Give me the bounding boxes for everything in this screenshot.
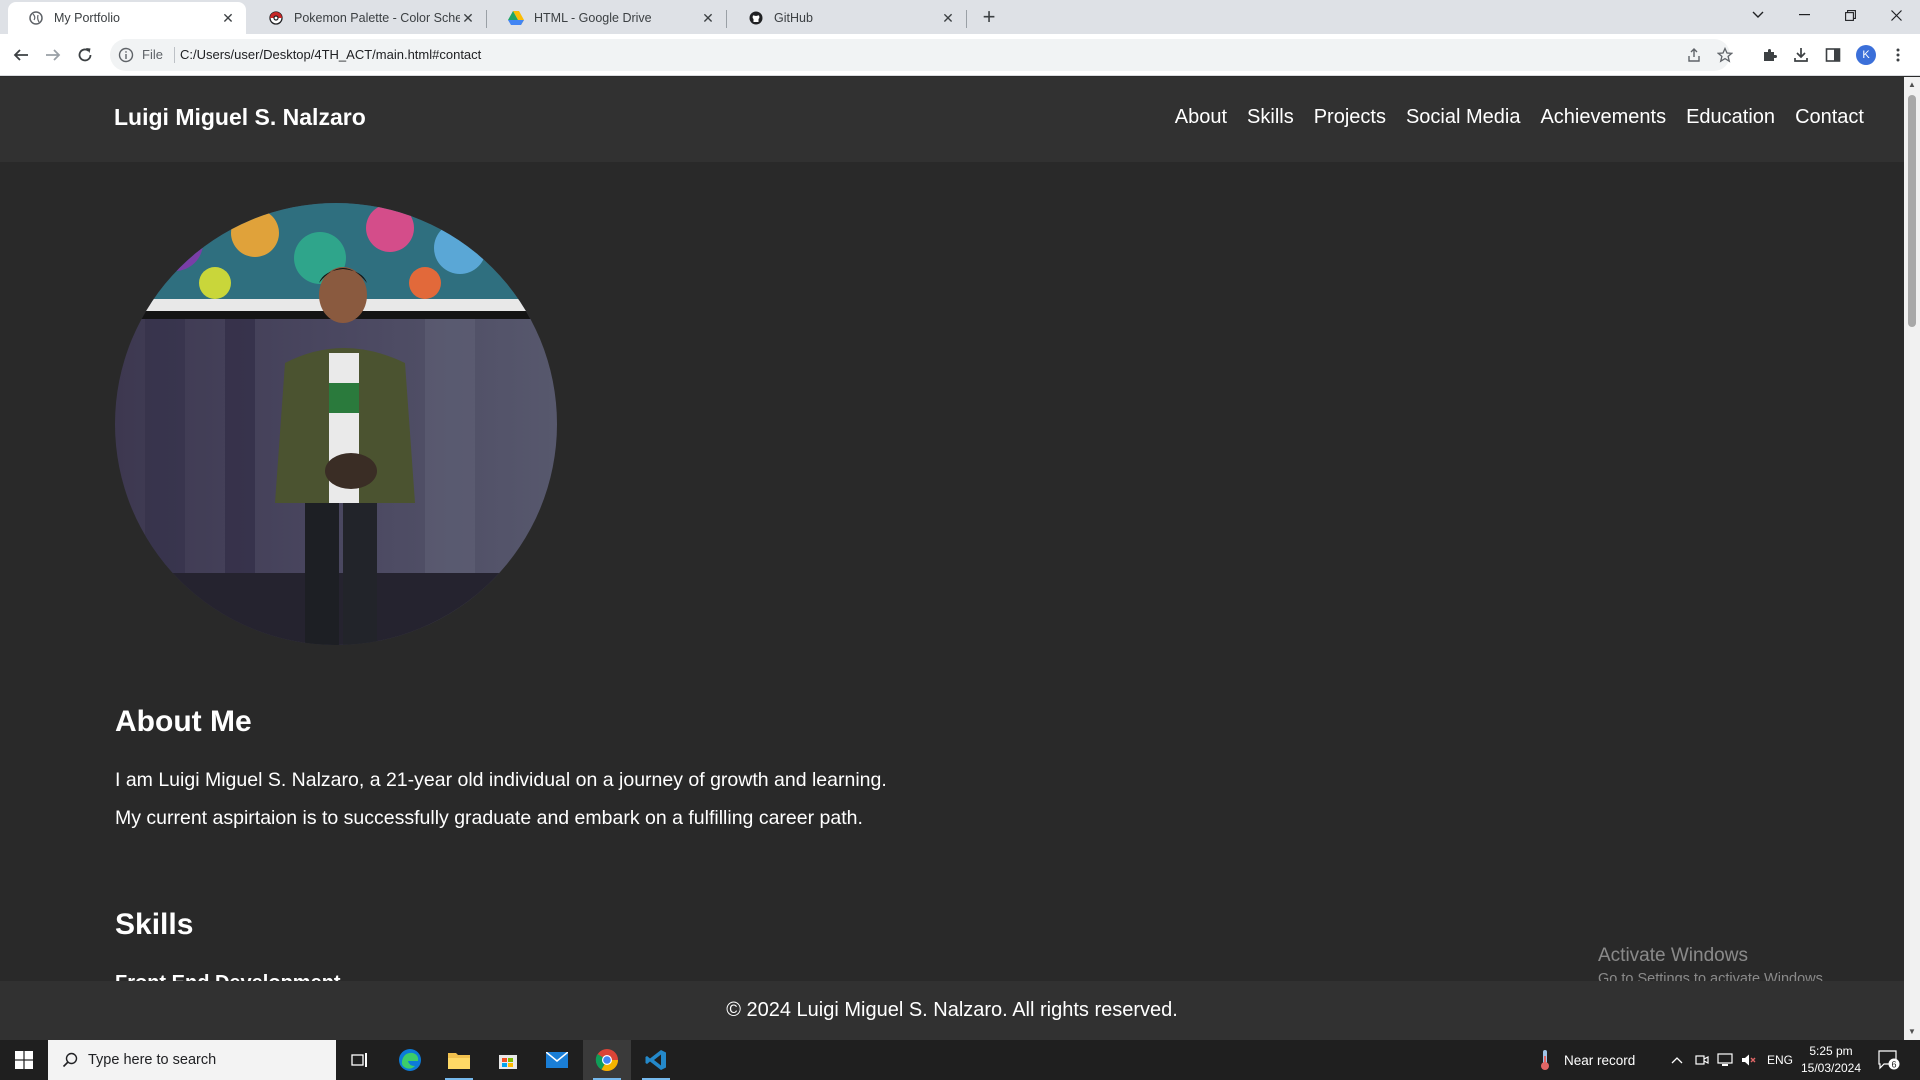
volume-muted-icon[interactable]: [1741, 1040, 1757, 1080]
new-tab-button[interactable]: +: [976, 4, 1002, 30]
tab-separator: [966, 10, 967, 28]
windows-start-icon[interactable]: [0, 1040, 48, 1080]
close-icon[interactable]: ✕: [700, 10, 716, 26]
profile-avatar[interactable]: K: [1856, 45, 1876, 65]
chevron-up-icon[interactable]: [1671, 1040, 1683, 1080]
site-name[interactable]: Luigi Miguel S. Nalzaro: [114, 104, 366, 131]
url-text[interactable]: C:/Users/user/Desktop/4TH_ACT/main.html#…: [180, 47, 481, 62]
site-header: Luigi Miguel S. Nalzaro About Skills Pro…: [0, 77, 1904, 162]
close-icon[interactable]: ✕: [460, 10, 476, 26]
search-icon: [62, 1052, 78, 1068]
weather-widget[interactable]: Near record: [1540, 1040, 1635, 1080]
page-scrollbar[interactable]: ▲ ▼: [1904, 77, 1920, 1040]
close-window-button[interactable]: [1874, 0, 1918, 30]
scheme-label: File: [142, 47, 163, 62]
mail-icon[interactable]: [533, 1040, 581, 1080]
tab-title: HTML - Google Drive: [534, 11, 652, 25]
pokeball-icon: [268, 10, 284, 26]
browser-tab-strip: My Portfolio ✕ Pokemon Palette - Color S…: [0, 0, 1920, 34]
tab-title: GitHub: [774, 11, 813, 25]
edge-icon[interactable]: [386, 1040, 434, 1080]
tab-pokemon-palette[interactable]: Pokemon Palette - Color Scheme ✕: [248, 2, 486, 34]
vscode-icon[interactable]: [632, 1040, 680, 1080]
page-viewport: Luigi Miguel S. Nalzaro About Skills Pro…: [0, 77, 1904, 1040]
scroll-up-arrow-icon[interactable]: ▲: [1908, 81, 1916, 89]
tab-separator: [726, 10, 727, 28]
google-drive-icon: [508, 10, 524, 26]
tab-google-drive[interactable]: HTML - Google Drive ✕: [488, 2, 726, 34]
nav-contact[interactable]: Contact: [1795, 106, 1864, 129]
file-explorer-icon[interactable]: [435, 1040, 483, 1080]
restore-button[interactable]: [1828, 0, 1872, 30]
clock[interactable]: 5:25 pm 15/03/2024: [1795, 1043, 1867, 1077]
nav-skills[interactable]: Skills: [1247, 106, 1294, 129]
meet-now-icon[interactable]: [1695, 1040, 1709, 1080]
forward-arrow-icon[interactable]: [40, 42, 66, 68]
weather-text: Near record: [1564, 1052, 1636, 1068]
microsoft-store-icon[interactable]: [484, 1040, 532, 1080]
chrome-icon[interactable]: [583, 1040, 631, 1080]
nav-projects[interactable]: Projects: [1314, 106, 1386, 129]
info-icon[interactable]: [118, 47, 134, 68]
address-bar[interactable]: File C:/Users/user/Desktop/4TH_ACT/main.…: [110, 39, 1734, 71]
back-arrow-icon[interactable]: [8, 42, 34, 68]
close-icon[interactable]: ✕: [220, 10, 236, 26]
taskbar-search-box[interactable]: Type here to search: [48, 1040, 336, 1080]
nav-social-media[interactable]: Social Media: [1406, 106, 1521, 129]
notification-count: 6: [1891, 1060, 1896, 1070]
main-nav: About Skills Projects Social Media Achie…: [1175, 106, 1864, 129]
skills-heading: Skills: [115, 908, 194, 941]
network-icon[interactable]: [1717, 1040, 1733, 1080]
close-icon[interactable]: ✕: [940, 10, 956, 26]
about-line-1: I am Luigi Miguel S. Nalzaro, a 21-year …: [115, 769, 887, 791]
menu-dots-icon[interactable]: [1885, 42, 1911, 68]
scroll-thumb[interactable]: [1908, 95, 1916, 327]
profile-photo: [115, 203, 557, 645]
nav-about[interactable]: About: [1175, 106, 1227, 129]
download-icon[interactable]: [1788, 42, 1814, 68]
tab-title: My Portfolio: [54, 11, 120, 25]
nav-achievements[interactable]: Achievements: [1540, 106, 1666, 129]
activate-windows-title: Activate Windows: [1598, 945, 1748, 966]
tab-search-chevron-icon[interactable]: [1736, 0, 1780, 30]
tab-separator: [486, 10, 487, 28]
globe-icon: [28, 10, 44, 26]
notification-center-icon[interactable]: 6: [1878, 1040, 1900, 1080]
bookmark-star-icon[interactable]: [1716, 46, 1734, 68]
language-indicator[interactable]: ENG: [1767, 1040, 1793, 1080]
thermometer-icon: [1540, 1049, 1550, 1071]
share-icon[interactable]: [1686, 47, 1702, 68]
footer-copyright: © 2024 Luigi Miguel S. Nalzaro. All righ…: [726, 999, 1178, 1021]
browser-toolbar: File C:/Users/user/Desktop/4TH_ACT/main.…: [0, 34, 1920, 76]
tab-title: Pokemon Palette - Color Scheme: [294, 11, 460, 25]
search-placeholder: Type here to search: [88, 1052, 217, 1068]
tab-github[interactable]: GitHub ✕: [728, 2, 966, 34]
reload-icon[interactable]: [72, 42, 98, 68]
minimize-button[interactable]: [1782, 0, 1826, 30]
divider: [174, 47, 175, 63]
clock-date: 15/03/2024: [1800, 1061, 1862, 1075]
scroll-down-arrow-icon[interactable]: ▼: [1908, 1028, 1916, 1036]
about-line-2: My current aspirtaion is to successfully…: [115, 807, 863, 829]
nav-education[interactable]: Education: [1686, 106, 1775, 129]
tab-my-portfolio[interactable]: My Portfolio ✕: [8, 2, 246, 34]
windows-taskbar: Type here to search Near record ENG 5:25…: [0, 1040, 1920, 1080]
site-footer: © 2024 Luigi Miguel S. Nalzaro. All righ…: [0, 981, 1904, 1040]
extensions-puzzle-icon[interactable]: [1757, 42, 1783, 68]
clock-time: 5:25 pm: [1809, 1044, 1853, 1058]
task-view-icon[interactable]: [336, 1040, 384, 1080]
github-icon: [748, 10, 764, 26]
side-panel-icon[interactable]: [1820, 42, 1846, 68]
about-heading: About Me: [115, 705, 252, 738]
